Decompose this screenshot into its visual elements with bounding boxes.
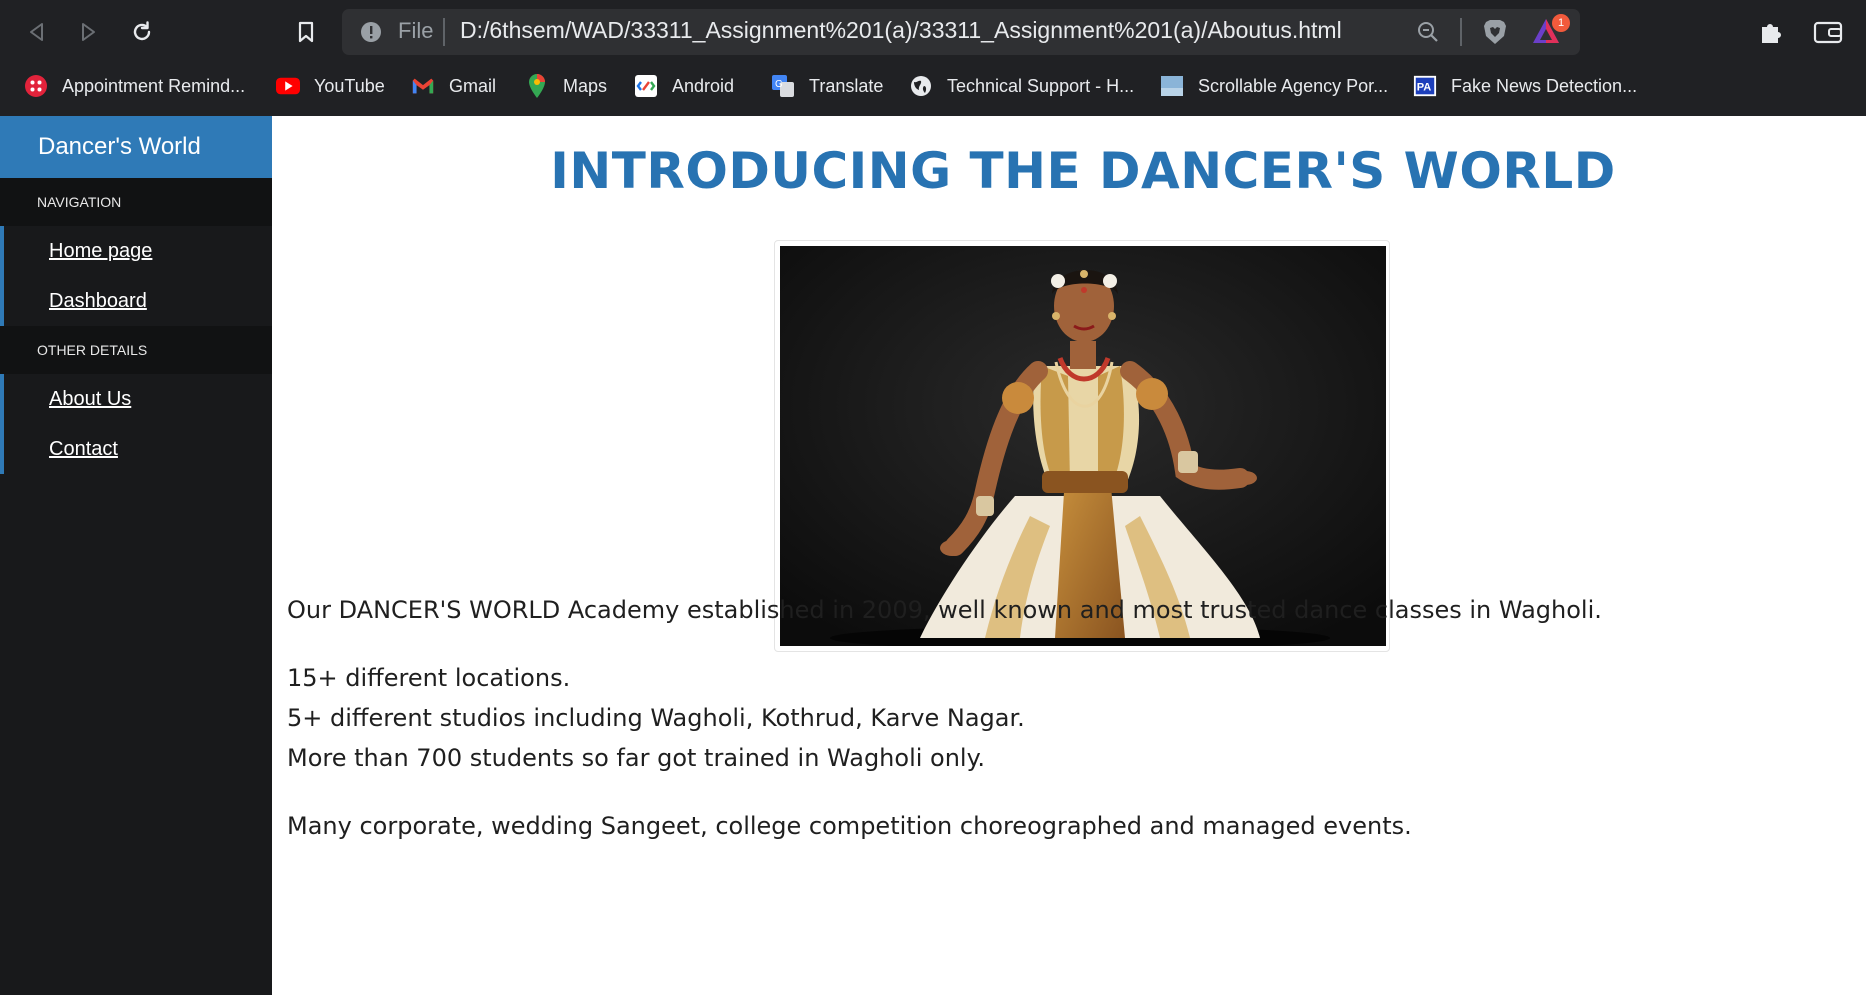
appointment-icon (24, 74, 48, 98)
bookmark-label: Scrollable Agency Por... (1198, 75, 1389, 96)
maps-icon (525, 74, 549, 98)
browser-chrome: File D:/6thsem/WAD/33311_Assignment%201(… (0, 0, 1866, 116)
nav-group-other-details: About Us Contact (0, 374, 272, 474)
bookmark-technical-support[interactable]: Technical Support - H... (909, 66, 1134, 106)
bookmark-scrollable-agency[interactable]: Scrollable Agency Por... (1160, 66, 1388, 106)
image-icon (1160, 74, 1184, 98)
sidebar-item-about-us[interactable]: About Us (4, 374, 272, 424)
forward-button[interactable] (70, 14, 106, 50)
fact-line-locations: 15+ different locations. (287, 664, 571, 692)
url-scheme-label: File (398, 18, 434, 43)
bookmark-label: YouTube (314, 75, 385, 96)
url-divider (443, 18, 445, 46)
bookmark-icon (298, 21, 314, 43)
android-icon (634, 74, 658, 98)
bookmark-label: Maps (563, 75, 608, 96)
back-button[interactable] (19, 14, 55, 50)
bookmark-label: Appointment Remind... (62, 75, 246, 96)
sidebar-item-contact[interactable]: Contact (4, 424, 272, 474)
svg-text:PA: PA (1417, 82, 1432, 94)
sidebar-item-dashboard[interactable]: Dashboard (4, 276, 272, 326)
bookmark-gmail[interactable]: Gmail (411, 66, 496, 106)
bookmark-label: Android (672, 75, 735, 96)
url-divider-2 (1460, 18, 1462, 46)
page-title: INTRODUCING THE DANCER'S WORLD (550, 142, 1616, 200)
bookmark-label: Technical Support - H... (947, 75, 1135, 96)
reload-button[interactable] (124, 14, 160, 50)
zoom-icon[interactable] (1416, 20, 1440, 44)
globe-icon (909, 74, 933, 98)
bookmark-android[interactable]: Android (634, 66, 734, 106)
intro-paragraph: Our DANCER'S WORLD Academy established i… (287, 596, 1602, 624)
facts-list: 15+ different locations. 5+ different st… (287, 658, 1025, 778)
section-heading-other-details: OTHER DETAILS (0, 326, 272, 374)
gmail-icon (411, 74, 435, 98)
bookmark-appointment[interactable]: Appointment Remind... (24, 66, 245, 106)
back-icon (30, 23, 43, 41)
svg-text:G: G (775, 79, 783, 90)
bookmark-label: Fake News Detection... (1451, 75, 1638, 96)
brand-title[interactable]: Dancer's World (0, 116, 272, 178)
main-content: INTRODUCING THE DANCER'S WORLD Our DANCE… (272, 116, 1866, 995)
address-bar[interactable]: File D:/6thsem/WAD/33311_Assignment%201(… (342, 9, 1580, 55)
dancer-photo (780, 246, 1386, 646)
bookmark-page-button[interactable] (288, 14, 324, 50)
bookmark-translate[interactable]: G Translate (771, 66, 883, 106)
fake-news-icon: PA (1413, 74, 1437, 98)
extensions-icon[interactable] (1757, 17, 1787, 47)
fact-line-studios: 5+ different studios including Wagholi, … (287, 704, 1025, 732)
url-text[interactable]: D:/6thsem/WAD/33311_Assignment%201(a)/33… (460, 17, 1342, 44)
youtube-icon (276, 74, 300, 98)
reload-icon (133, 21, 151, 41)
events-paragraph: Many corporate, wedding Sangeet, college… (287, 812, 1412, 840)
nav-group-navigation: Home page Dashboard (0, 226, 272, 326)
browser-toolbar: File D:/6thsem/WAD/33311_Assignment%201(… (0, 0, 1866, 64)
fact-line-students: More than 700 students so far got traine… (287, 744, 986, 772)
bookmark-maps[interactable]: Maps (525, 66, 607, 106)
bookmark-label: Gmail (449, 75, 497, 96)
sidebar-item-home[interactable]: Home page (4, 226, 272, 276)
rewards-badge: 1 (1552, 14, 1570, 32)
sidebar: Dancer's World NAVIGATION Home page Dash… (0, 116, 272, 995)
bookmark-youtube[interactable]: YouTube (276, 66, 385, 106)
bookmark-label: Translate (809, 75, 884, 96)
forward-icon (82, 23, 95, 41)
brave-shields-icon[interactable] (1480, 17, 1510, 47)
bookmarks-bar: Appointment Remind... YouTube Gmail Maps… (0, 66, 1866, 106)
section-heading-navigation: NAVIGATION (0, 178, 272, 226)
translate-icon: G (771, 74, 795, 98)
wallet-icon[interactable] (1812, 17, 1844, 47)
info-icon[interactable] (360, 21, 382, 43)
bookmark-fake-news[interactable]: PA Fake News Detection... (1413, 66, 1637, 106)
